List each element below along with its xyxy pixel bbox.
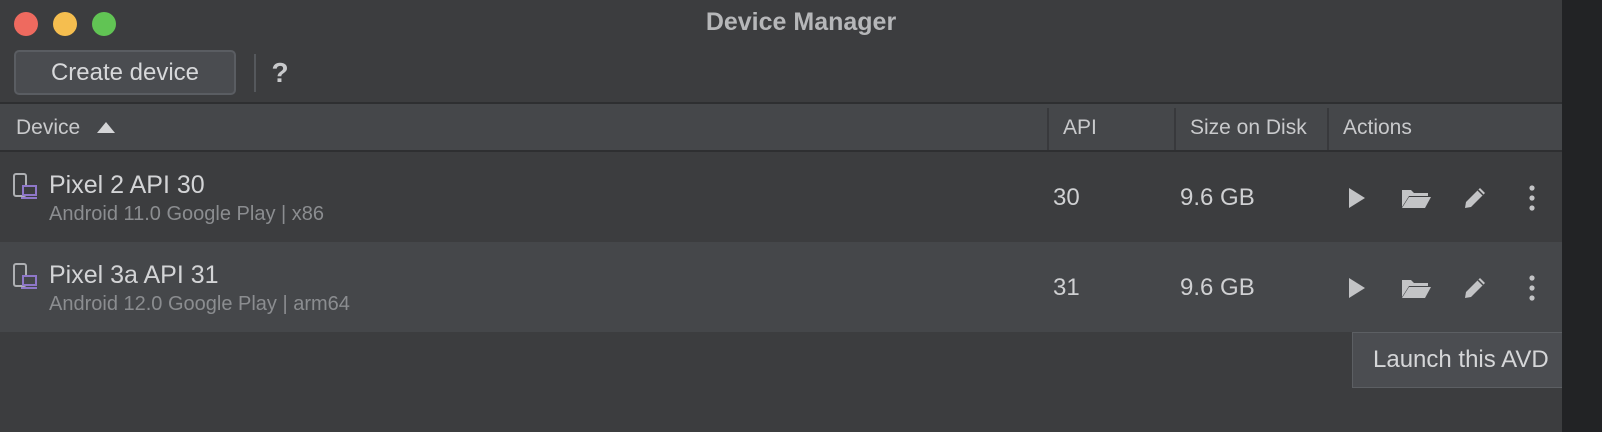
more-vertical-icon[interactable] bbox=[1514, 180, 1550, 216]
column-header-device[interactable]: Device bbox=[16, 116, 80, 140]
folder-icon[interactable] bbox=[1398, 270, 1434, 306]
device-details: Android 12.0 Google Play | arm64 bbox=[49, 293, 350, 315]
device-size: 9.6 GB bbox=[1180, 184, 1255, 211]
pencil-icon[interactable] bbox=[1457, 270, 1493, 306]
virtual-device-icon bbox=[13, 173, 37, 199]
device-api: 31 bbox=[1053, 274, 1080, 301]
device-details: Android 11.0 Google Play | x86 bbox=[49, 203, 324, 225]
virtual-device-icon bbox=[13, 263, 37, 289]
sort-ascending-icon[interactable] bbox=[97, 122, 115, 133]
title-bar: Device Manager bbox=[0, 0, 1602, 44]
more-vertical-icon[interactable] bbox=[1514, 270, 1550, 306]
help-button[interactable]: ? bbox=[266, 54, 294, 92]
toolbar-divider bbox=[254, 54, 256, 92]
create-device-button[interactable]: Create device bbox=[14, 50, 236, 95]
column-header-api[interactable]: API bbox=[1063, 116, 1097, 140]
pencil-icon[interactable] bbox=[1457, 180, 1493, 216]
column-divider[interactable] bbox=[1174, 108, 1176, 150]
folder-icon[interactable] bbox=[1398, 180, 1434, 216]
table-row[interactable]: Pixel 3a API 31 Android 12.0 Google Play… bbox=[0, 242, 1602, 332]
play-icon[interactable] bbox=[1338, 180, 1374, 216]
play-icon[interactable] bbox=[1338, 270, 1374, 306]
toolbar: Create device ? bbox=[0, 44, 1602, 102]
column-divider[interactable] bbox=[1047, 108, 1049, 150]
device-name: Pixel 3a API 31 bbox=[49, 261, 219, 289]
device-manager-window: Device Manager Create device ? Device AP… bbox=[0, 0, 1602, 432]
column-header-actions: Actions bbox=[1343, 116, 1412, 139]
device-name: Pixel 2 API 30 bbox=[49, 171, 205, 199]
column-divider[interactable] bbox=[1327, 108, 1329, 150]
table-header: Device API Size on Disk Actions bbox=[0, 102, 1602, 152]
column-header-size[interactable]: Size on Disk bbox=[1190, 116, 1307, 140]
window-title: Device Manager bbox=[705, 8, 897, 36]
device-api: 30 bbox=[1053, 184, 1080, 211]
window-edge bbox=[1562, 0, 1602, 432]
device-size: 9.6 GB bbox=[1180, 274, 1255, 301]
table-row[interactable]: Pixel 2 API 30 Android 11.0 Google Play … bbox=[0, 152, 1602, 242]
